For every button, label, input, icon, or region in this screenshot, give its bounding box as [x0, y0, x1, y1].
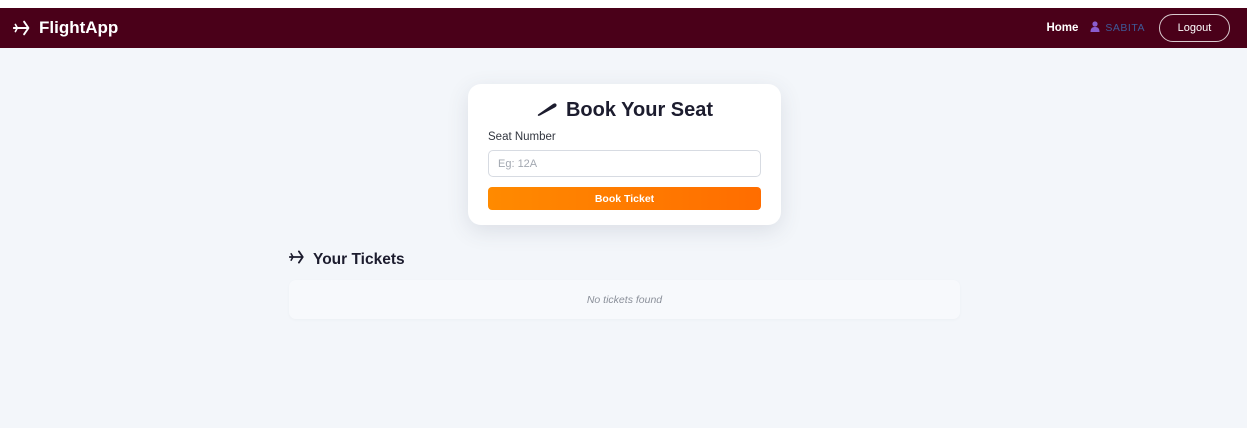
booking-card: Book Your Seat Seat Number Book Ticket — [468, 84, 781, 225]
tickets-list: No tickets found — [289, 280, 960, 319]
page: FlightApp Home SABITA Logout Book Your S… — [0, 0, 1247, 428]
ticket-icon — [536, 99, 558, 122]
seat-number-input[interactable] — [488, 150, 761, 177]
nav-user: SABITA — [1090, 19, 1145, 37]
tickets-heading: Your Tickets — [288, 250, 405, 269]
plane-icon — [288, 250, 306, 269]
tickets-heading-text: Your Tickets — [313, 250, 405, 268]
nav-right: Home SABITA Logout — [1046, 8, 1230, 48]
brand-name: FlightApp — [39, 18, 119, 37]
nav-home-link[interactable]: Home — [1046, 22, 1078, 34]
navbar: FlightApp Home SABITA Logout — [0, 8, 1247, 48]
brand-link[interactable]: FlightApp — [13, 8, 118, 48]
top-strip — [0, 0, 1247, 8]
booking-title: Book Your Seat — [468, 99, 781, 122]
plane-icon — [13, 20, 32, 36]
username: SABITA — [1105, 22, 1145, 34]
seat-number-label: Seat Number — [488, 131, 556, 143]
logout-button[interactable]: Logout — [1159, 14, 1230, 42]
user-icon — [1090, 19, 1100, 37]
booking-title-text: Book Your Seat — [565, 99, 714, 121]
book-ticket-button[interactable]: Book Ticket — [488, 187, 761, 210]
empty-message: No tickets found — [586, 293, 663, 306]
